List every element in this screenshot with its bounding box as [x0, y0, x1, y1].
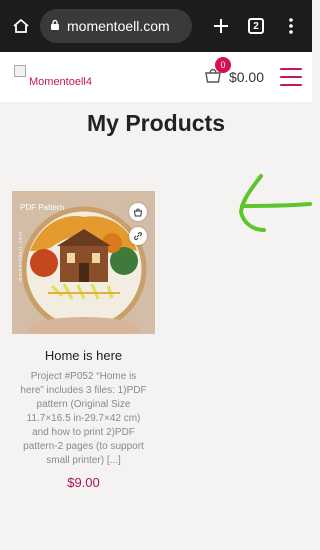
lock-icon	[50, 18, 60, 34]
add-to-cart-icon[interactable]	[129, 203, 147, 221]
product-card[interactable]: PDF Pattern momentoell.com Home is here …	[12, 191, 155, 490]
cart-total: $0.00	[228, 69, 264, 85]
link-icon[interactable]	[129, 227, 147, 245]
broken-image-icon	[14, 65, 26, 77]
image-credit-text: momentoell.com	[18, 231, 24, 282]
pdf-pattern-badge: PDF Pattern	[20, 203, 65, 212]
url-text: momentoell.com	[67, 18, 170, 34]
tab-switcher-icon[interactable]: 2	[248, 18, 264, 34]
cart-button[interactable]: 0 $0.00	[203, 56, 264, 90]
cart-count-badge: 0	[214, 56, 231, 73]
overflow-menu-icon[interactable]	[278, 13, 304, 39]
product-price: $9.00	[67, 475, 100, 490]
plus-icon[interactable]	[208, 13, 234, 39]
site-header: Momentoell4 0 $0.00	[0, 52, 312, 102]
arrow-annotation-icon	[239, 174, 312, 232]
browser-toolbar: momentoell.com 2	[0, 0, 312, 52]
product-description: Project #P052 “Home is here” includes 3 …	[20, 371, 147, 466]
address-bar[interactable]: momentoell.com	[40, 9, 192, 43]
product-name[interactable]: Home is here	[12, 348, 155, 363]
page-title: My Products	[86, 110, 226, 136]
logo-alt-text: Momentoell4	[29, 76, 92, 88]
product-image[interactable]: PDF Pattern momentoell.com	[12, 191, 155, 334]
home-icon[interactable]	[8, 13, 34, 39]
site-logo[interactable]: Momentoell4	[14, 62, 104, 92]
hamburger-menu-icon[interactable]	[280, 68, 302, 86]
